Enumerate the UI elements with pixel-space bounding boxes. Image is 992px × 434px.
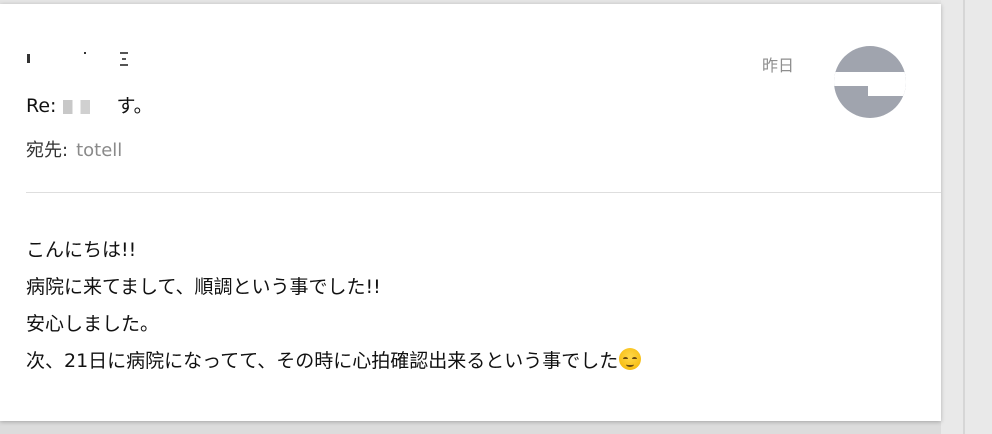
recipient-value[interactable]: totell [76,140,122,161]
subject-prefix: Re: [26,95,63,117]
body-line: 安心しました。 [26,313,160,335]
scroll-rail [963,0,965,434]
subject-suffix: す。 [116,95,153,117]
message-date: 昨日 [762,56,795,75]
relieved-face-icon [619,348,642,370]
body-line: 病院に来てまして、順調という事でした!! [26,276,381,298]
recipient-label: 宛先: [26,140,69,161]
message-body: こんにちは!! 病院に来てまして、順調という事でした!! 安心しました。 次、2… [26,232,642,380]
message-card: Re: す。 宛先: totell 昨日 こんにちは!! 病院に来てまして、順調と… [0,4,941,421]
recipient-line: 宛先: totell [26,139,122,163]
body-line: こんにちは!! [26,239,137,261]
bottom-edge [0,421,941,434]
body-line-last: 次、21日に病院になってて、その時に心拍確認出来るという事でした [26,343,642,380]
body-line: 次、21日に病院になってて、その時に心拍確認出来るという事でした [26,350,619,372]
avatar-icon [834,46,906,118]
side-panel-edge [941,0,992,434]
header-divider [26,192,941,193]
message-subject: Re: す。 [26,94,153,118]
sender-name-redacted [26,48,136,68]
subject-redacted [63,99,116,114]
